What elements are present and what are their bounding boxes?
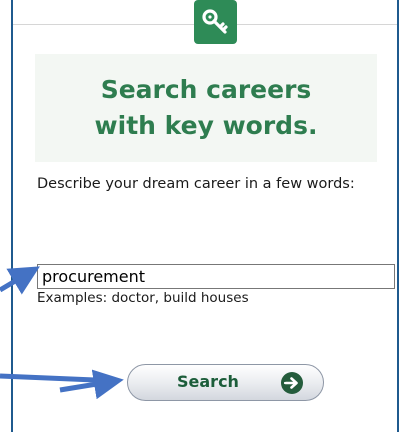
search-button-label: Search <box>177 372 239 391</box>
page-title: Search careers with key words. <box>35 72 377 144</box>
search-input[interactable] <box>37 264 395 289</box>
title-line-2: with key words. <box>94 111 318 140</box>
search-examples: Examples: doctor, build houses <box>37 290 249 306</box>
search-button[interactable]: Search <box>127 364 324 401</box>
key-icon <box>194 0 237 44</box>
title-line-1: Search careers <box>100 75 312 104</box>
heading-area: Search careers with key words. <box>35 54 377 162</box>
search-prompt: Describe your dream career in a few word… <box>37 176 355 192</box>
arrow-circle-right-icon <box>281 372 303 394</box>
search-panel: Search careers with key words. Describe … <box>11 0 399 432</box>
